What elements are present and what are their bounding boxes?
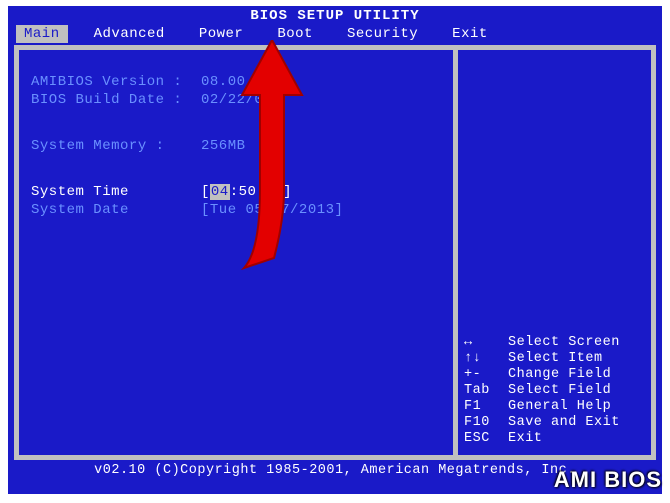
system-date-value[interactable]: [Tue 05/07/2013] xyxy=(201,202,343,218)
menu-security[interactable]: Security xyxy=(339,25,426,43)
help-row: ESCExit xyxy=(464,431,645,446)
menu-exit[interactable]: Exit xyxy=(444,25,496,43)
help-row: ↔Select Screen xyxy=(464,335,645,350)
menu-advanced[interactable]: Advanced xyxy=(86,25,173,43)
row-system-date[interactable]: System Date [Tue 05/07/2013] xyxy=(31,202,441,218)
help-list: ↔Select Screen ↑↓Select Item +-Change Fi… xyxy=(464,334,645,447)
system-time-label: System Time xyxy=(31,184,201,200)
help-row: ↑↓Select Item xyxy=(464,351,645,366)
amibios-version-value: 08.00.02 xyxy=(201,74,272,90)
panels: AMIBIOS Version : 08.00.02 BIOS Build Da… xyxy=(8,45,662,460)
system-memory-value: 256MB xyxy=(201,138,246,154)
row-bios-build-date: BIOS Build Date : 02/22/06 xyxy=(31,92,441,108)
menu-bar: Main Advanced Power Boot Security Exit xyxy=(8,25,662,45)
system-time-hour[interactable]: 04 xyxy=(210,184,230,200)
panel-right: ↔Select Screen ↑↓Select Item +-Change Fi… xyxy=(458,45,656,460)
bios-build-date-label: BIOS Build Date : xyxy=(31,92,201,108)
help-row: TabSelect Field xyxy=(464,383,645,398)
system-memory-label: System Memory : xyxy=(31,138,201,154)
system-time-min[interactable]: 50 xyxy=(239,184,257,200)
help-row: F1General Help xyxy=(464,399,645,414)
panel-left: AMIBIOS Version : 08.00.02 BIOS Build Da… xyxy=(14,45,458,460)
row-system-memory: System Memory : 256MB xyxy=(31,138,441,154)
menu-power[interactable]: Power xyxy=(191,25,252,43)
help-row: +-Change Field xyxy=(464,367,645,382)
row-amibios-version: AMIBIOS Version : 08.00.02 xyxy=(31,74,441,90)
system-date-label: System Date xyxy=(31,202,201,218)
help-row: F10Save and Exit xyxy=(464,415,645,430)
bios-screen: BIOS SETUP UTILITY Main Advanced Power B… xyxy=(8,6,662,494)
menu-main[interactable]: Main xyxy=(16,25,68,43)
title-bar: BIOS SETUP UTILITY xyxy=(8,6,662,25)
row-system-time[interactable]: System Time [04:50:44] xyxy=(31,184,441,200)
watermark: AMI BIOS xyxy=(554,467,662,493)
system-time-value[interactable]: [04:50:44] xyxy=(201,184,292,200)
menu-boot[interactable]: Boot xyxy=(269,25,321,43)
system-time-sec[interactable]: 44 xyxy=(265,184,283,200)
bios-build-date-value: 02/22/06 xyxy=(201,92,272,108)
amibios-version-label: AMIBIOS Version : xyxy=(31,74,201,90)
